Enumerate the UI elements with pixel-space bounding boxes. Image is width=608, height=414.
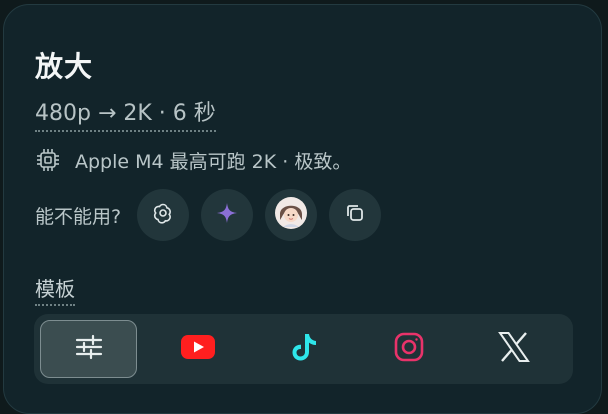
templates-label[interactable]: 模板 xyxy=(35,273,75,306)
availability-label: 能不能用? xyxy=(35,205,122,228)
avatar-button[interactable] xyxy=(265,189,318,241)
resolution-duration[interactable]: 480p → 2K · 6 秒 xyxy=(35,95,216,132)
x-icon xyxy=(498,332,531,366)
copy-icon xyxy=(344,202,366,228)
sliders-icon xyxy=(74,332,104,366)
openai-button[interactable] xyxy=(137,189,190,241)
youtube-icon xyxy=(181,335,216,363)
tab-custom[interactable] xyxy=(40,320,138,378)
sparkle-button[interactable] xyxy=(201,189,254,241)
tab-instagram[interactable] xyxy=(356,320,461,378)
avatar-icon xyxy=(274,196,308,234)
tab-tiktok[interactable] xyxy=(251,320,356,378)
hardware-text: Apple M4 最高可跑 2K · 极致。 xyxy=(75,150,352,173)
copy-button[interactable] xyxy=(329,189,382,241)
availability-row: 能不能用? xyxy=(35,188,393,242)
sparkle-icon xyxy=(215,201,239,229)
instagram-icon xyxy=(393,331,425,367)
card-title: 放大 xyxy=(35,50,94,83)
tab-youtube[interactable] xyxy=(145,320,250,378)
chip-icon xyxy=(35,147,61,173)
template-tabs xyxy=(34,314,573,384)
tab-x[interactable] xyxy=(462,320,567,378)
hardware-note: Apple M4 最高可跑 2K · 极致。 xyxy=(35,146,351,174)
tiktok-icon xyxy=(289,331,319,367)
openai-icon xyxy=(151,201,175,229)
